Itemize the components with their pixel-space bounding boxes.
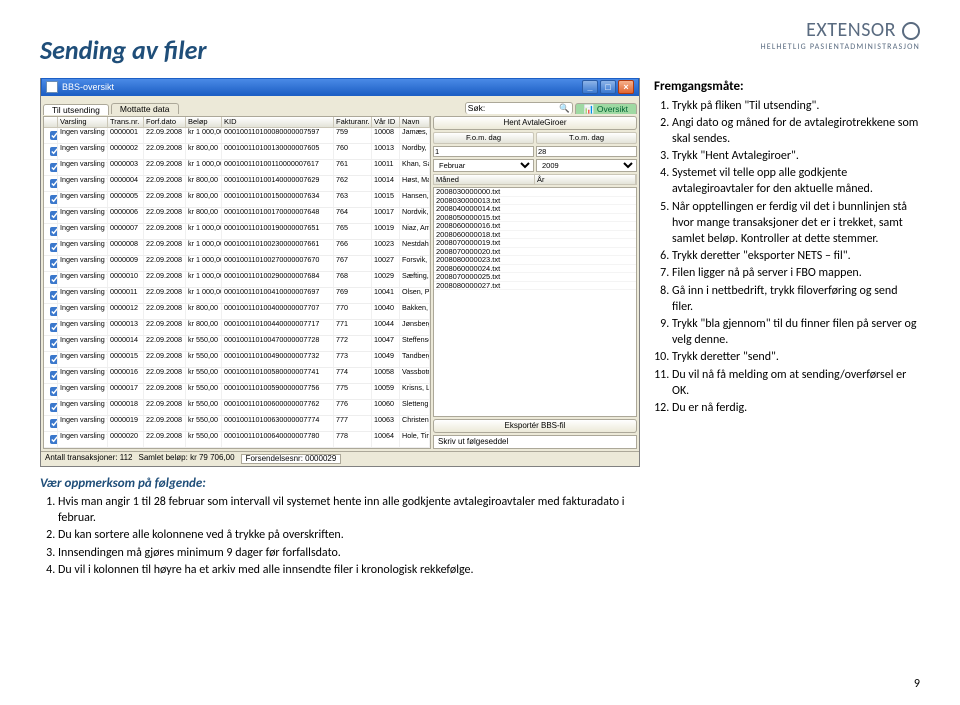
tab-mottatte-data[interactable]: Mottatte data — [111, 103, 179, 115]
search-input[interactable] — [487, 103, 557, 114]
status-bar: Antall transaksjoner: 112 Samlet beløp: … — [41, 451, 639, 466]
row-checkbox[interactable] — [50, 339, 58, 348]
procedure-step: Angi dato og måned for de avtalegirotrek… — [672, 115, 920, 147]
row-checkbox[interactable] — [50, 371, 58, 380]
logo-ring-icon — [902, 22, 920, 40]
row-checkbox[interactable] — [50, 243, 58, 252]
row-checkbox[interactable] — [50, 307, 58, 316]
window-close-button[interactable]: × — [618, 80, 634, 94]
table-row[interactable]: Ingen varsling fn000001722.09.2008kr 550… — [44, 384, 430, 400]
brand-logo: EXTENSOR HELHETLIG PASIENTADMINISTRASJON — [761, 18, 920, 52]
row-checkbox[interactable] — [50, 163, 58, 172]
window-title: BBS-oversikt — [62, 83, 114, 92]
app-icon — [46, 81, 58, 93]
table-row[interactable]: Ingen varsling fn000000522.09.2008kr 800… — [44, 192, 430, 208]
procedure-step: Du vil nå få melding om at sending/overf… — [672, 367, 920, 399]
row-checkbox[interactable] — [50, 211, 58, 220]
table-row[interactable]: Ingen varsling fn000001222.09.2008kr 800… — [44, 304, 430, 320]
tab-oversikt[interactable]: 📊 Oversikt — [575, 103, 637, 115]
table-row[interactable]: Ingen varsling fn000001822.09.2008kr 550… — [44, 400, 430, 416]
row-checkbox[interactable] — [50, 323, 58, 332]
procedure-heading: Fremgangsmåte: — [654, 78, 920, 96]
fom-input[interactable] — [433, 146, 534, 157]
procedure-step: Trykk "Hent Avtalegiroer". — [672, 148, 920, 164]
bbs-window: BBS-oversikt _ □ × Til utsending Mottatt… — [40, 78, 640, 467]
procedure-step: Du er nå ferdig. — [672, 400, 920, 416]
procedure-step: Systemet vil telle opp alle godkjente av… — [672, 165, 920, 197]
procedure-step: Trykk på fliken "Til utsending". — [672, 98, 920, 114]
table-row[interactable]: Ingen varsling fn000000822.09.2008kr 1 0… — [44, 240, 430, 256]
list-item[interactable]: 2008080000027.txt — [434, 282, 636, 291]
row-checkbox[interactable] — [50, 227, 58, 236]
skriv-ut-field[interactable]: Skriv ut følgeseddel — [433, 435, 637, 449]
table-row[interactable]: Ingen varsling fn000000422.09.2008kr 800… — [44, 176, 430, 192]
row-checkbox[interactable] — [50, 275, 58, 284]
row-checkbox[interactable] — [50, 435, 58, 444]
row-checkbox[interactable] — [50, 147, 58, 156]
tom-label: T.o.m. dag — [536, 132, 637, 144]
eksporter-bbs-button[interactable]: Eksportér BBS-fil — [433, 419, 637, 433]
window-titlebar: BBS-oversikt _ □ × — [41, 78, 639, 96]
table-row[interactable]: Ingen varsling fn000000722.09.2008kr 1 0… — [44, 224, 430, 240]
row-checkbox[interactable] — [50, 195, 58, 204]
grid-header[interactable]: Varsling Trans.nr. Forf.dato Beløp KID F… — [44, 117, 430, 128]
table-row[interactable]: Ingen varsling fn000001022.09.2008kr 1 0… — [44, 272, 430, 288]
fom-label: F.o.m. dag — [433, 132, 534, 144]
row-checkbox[interactable] — [50, 291, 58, 300]
note-item: Du kan sortere alle kolonnene ved å tryk… — [58, 527, 640, 543]
row-checkbox[interactable] — [50, 403, 58, 412]
notes-section: Vær oppmerksom på følgende: Hvis man ang… — [40, 475, 640, 578]
year-select[interactable]: 2009 — [536, 159, 637, 172]
month-select[interactable]: Februar — [433, 159, 534, 172]
row-checkbox[interactable] — [50, 259, 58, 268]
procedure-step: Trykk deretter "eksporter NETS – fil". — [672, 248, 920, 264]
search-box[interactable]: Søk: 🔍 — [465, 102, 573, 114]
procedure-step: Gå inn i nettbedrift, trykk filoverførin… — [672, 283, 920, 315]
row-checkbox[interactable] — [50, 179, 58, 188]
table-row[interactable]: Ingen varsling fn000001522.09.2008kr 550… — [44, 352, 430, 368]
table-row[interactable]: Ingen varsling fn000001622.09.2008kr 550… — [44, 368, 430, 384]
procedure-section: Fremgangsmåte: Trykk på fliken "Til utse… — [654, 78, 920, 579]
transactions-grid: Varsling Trans.nr. Forf.dato Beløp KID F… — [43, 116, 431, 449]
note-item: Innsendingen må gjøres minimum 9 dager f… — [58, 545, 640, 561]
procedure-step: Trykk "bla gjennom" til du finner filen … — [672, 316, 920, 348]
note-item: Hvis man angir 1 til 28 februar som inte… — [58, 494, 640, 526]
table-row[interactable]: Ingen varsling fn000001322.09.2008kr 800… — [44, 320, 430, 336]
table-row[interactable]: Ingen varsling fn000002022.09.2008kr 550… — [44, 432, 430, 448]
tab-til-utsending[interactable]: Til utsending — [43, 104, 109, 116]
table-row[interactable]: Ingen varsling fn000000922.09.2008kr 1 0… — [44, 256, 430, 272]
archive-list[interactable]: 2008030000000.txt2008030000013.txt200804… — [433, 187, 637, 417]
table-row[interactable]: Ingen varsling fn000000322.09.2008kr 1 0… — [44, 160, 430, 176]
table-row[interactable]: Ingen varsling fn000001122.09.2008kr 1 0… — [44, 288, 430, 304]
notes-heading: Vær oppmerksom på følgende: — [40, 475, 640, 493]
row-checkbox[interactable] — [50, 355, 58, 364]
row-checkbox[interactable] — [50, 419, 58, 428]
procedure-step: Trykk deretter "send". — [672, 349, 920, 365]
row-checkbox[interactable] — [50, 387, 58, 396]
window-minimize-button[interactable]: _ — [582, 80, 598, 94]
tom-input[interactable] — [536, 146, 637, 157]
search-icon[interactable]: 🔍 — [559, 104, 570, 113]
procedure-step: Filen ligger nå på server i FBO mappen. — [672, 265, 920, 281]
page-number: 9 — [914, 677, 920, 691]
table-row[interactable]: Ingen varsling fn000001422.09.2008kr 550… — [44, 336, 430, 352]
window-maximize-button[interactable]: □ — [600, 80, 616, 94]
archive-header: MånedÅr — [433, 174, 637, 186]
note-item: Du vil i kolonnen til høyre ha et arkiv … — [58, 562, 640, 578]
table-row[interactable]: Ingen varsling fn000000122.09.2008kr 1 0… — [44, 128, 430, 144]
table-row[interactable]: Ingen varsling fn000000222.09.2008kr 800… — [44, 144, 430, 160]
table-row[interactable]: Ingen varsling fn000001922.09.2008kr 550… — [44, 416, 430, 432]
procedure-step: Når opptellingen er ferdig vil det i bun… — [672, 199, 920, 248]
hent-avtalegiroer-button[interactable]: Hent AvtaleGiroer — [433, 116, 637, 130]
table-row[interactable]: Ingen varsling fn000000622.09.2008kr 800… — [44, 208, 430, 224]
row-checkbox[interactable] — [50, 131, 58, 140]
